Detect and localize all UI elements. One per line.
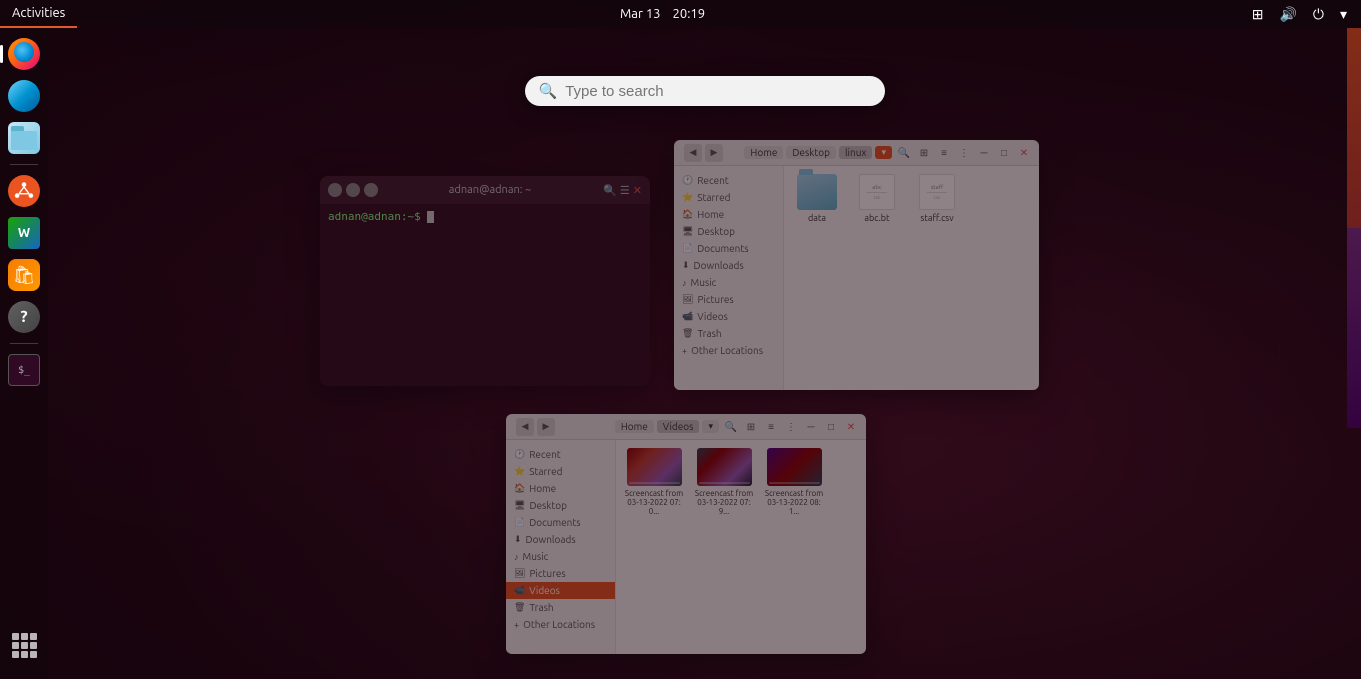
- activities-button[interactable]: Activities: [0, 0, 77, 28]
- libreoffice-icon: W: [8, 217, 40, 249]
- dock-item-thunderbird[interactable]: [6, 78, 42, 114]
- dock-item-help[interactable]: ?: [6, 299, 42, 335]
- search-icon: 🔍: [539, 82, 558, 100]
- search-bar: 🔍: [525, 76, 885, 106]
- search-input-wrap: 🔍: [525, 76, 885, 106]
- terminal-dock-icon: $_: [8, 354, 40, 386]
- dock: W 🛍 ? $_: [0, 28, 48, 679]
- dock-item-ubuntu[interactable]: [6, 173, 42, 209]
- apps-grid-icon: [12, 633, 37, 658]
- dock-item-terminal[interactable]: $_: [6, 352, 42, 388]
- topbar-right: ⊞ 🔊 ⏻ ▾: [1248, 4, 1361, 25]
- topbar: Activities Mar 13 20:19 ⊞ 🔊 ⏻ ▾: [0, 0, 1361, 28]
- dock-separator-2: [10, 343, 38, 344]
- software-icon: 🛍: [8, 259, 40, 291]
- dock-separator: [10, 164, 38, 165]
- dock-item-libreoffice[interactable]: W: [6, 215, 42, 251]
- ubuntu-icon: [8, 175, 40, 207]
- power-icon[interactable]: ⏻: [1309, 4, 1328, 25]
- topbar-time: 20:19: [673, 7, 706, 21]
- dock-item-firefox[interactable]: [6, 36, 42, 72]
- system-menu-icon[interactable]: ▾: [1336, 4, 1351, 25]
- network-icon[interactable]: ⊞: [1248, 4, 1268, 25]
- topbar-date: Mar 13: [620, 7, 661, 21]
- dock-item-files[interactable]: [6, 120, 42, 156]
- firefox-icon: [8, 38, 40, 70]
- topbar-center: Mar 13 20:19: [77, 7, 1247, 21]
- help-icon: ?: [8, 301, 40, 333]
- thunderbird-icon: [8, 80, 40, 112]
- dock-item-software[interactable]: 🛍: [6, 257, 42, 293]
- search-input[interactable]: [565, 83, 870, 100]
- apps-grid-button[interactable]: [6, 627, 42, 663]
- volume-icon[interactable]: 🔊: [1275, 4, 1300, 25]
